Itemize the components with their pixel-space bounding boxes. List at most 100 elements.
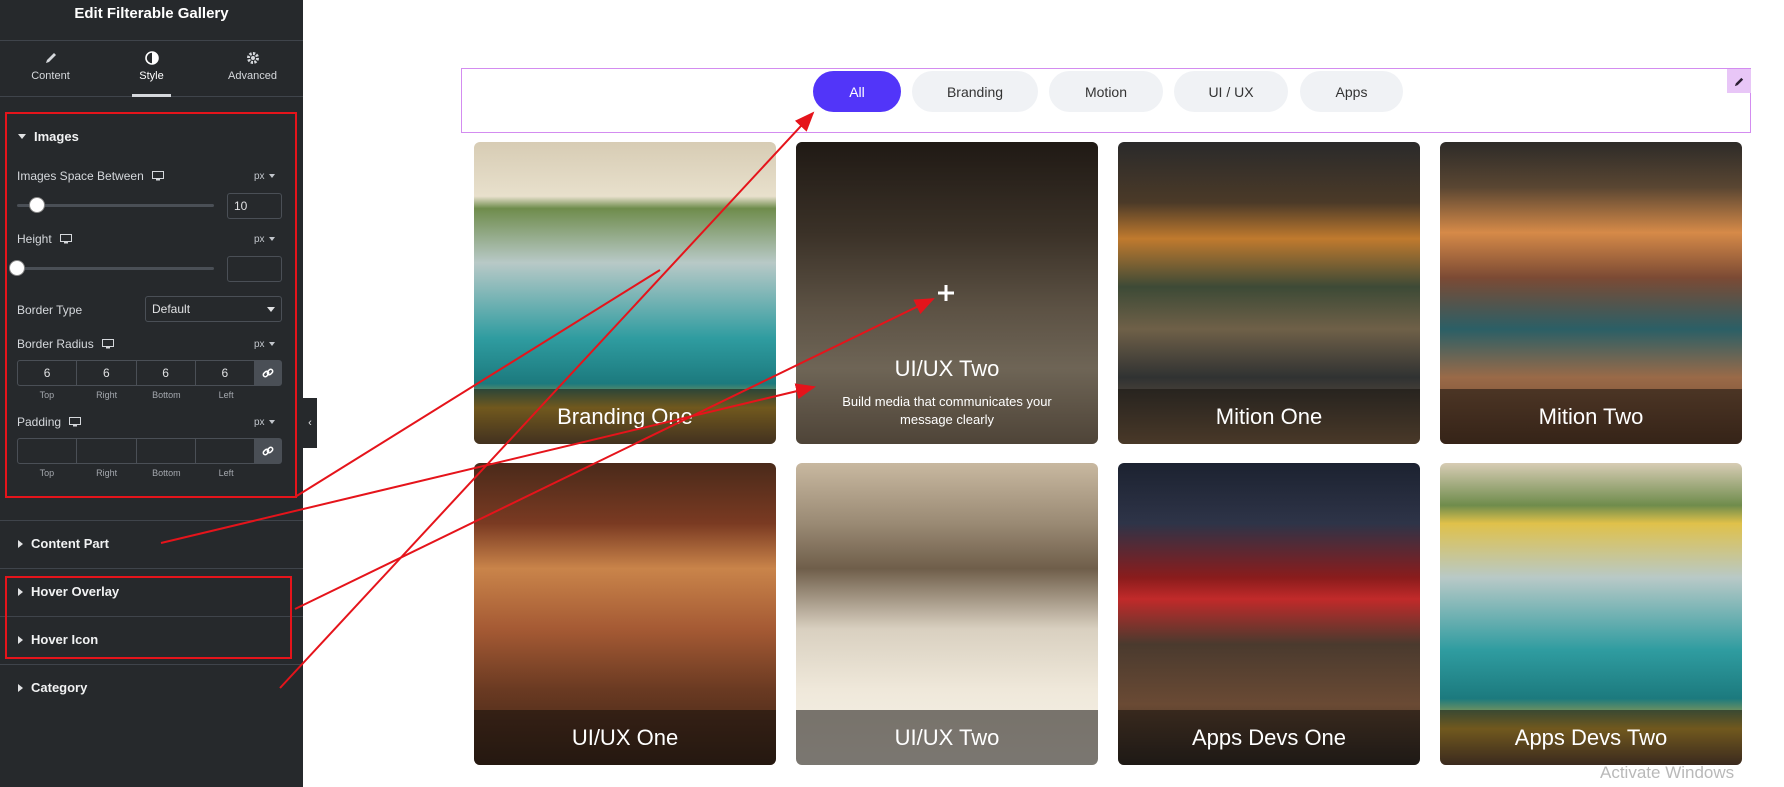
- editor-panel: Edit Filterable Gallery Content Style Ad…: [0, 0, 303, 787]
- tab-style[interactable]: Style: [101, 41, 202, 97]
- tab-content[interactable]: Content: [0, 41, 101, 96]
- caret-right-icon: [18, 683, 23, 692]
- tab-advanced[interactable]: Advanced: [202, 41, 303, 96]
- filter-apps-button[interactable]: Apps: [1300, 71, 1403, 112]
- card-hover-description: Build media that communicates your messa…: [842, 394, 1052, 427]
- section-category-title: Category: [31, 680, 88, 695]
- gallery-card[interactable]: UI/UX Two: [796, 463, 1098, 765]
- section-images-header[interactable]: Images: [0, 113, 303, 159]
- gear-icon: [246, 52, 259, 64]
- edit-widget-button[interactable]: [1727, 69, 1751, 93]
- filter-uiux-button[interactable]: UI / UX: [1174, 71, 1288, 112]
- filter-branding-button[interactable]: Branding: [912, 71, 1038, 112]
- gallery-card-hover[interactable]: UI/UX Two Build media that communicates …: [796, 142, 1098, 444]
- padding-bottom-input[interactable]: [137, 439, 196, 463]
- section-content-part-title: Content Part: [31, 536, 109, 551]
- contrast-icon: [144, 51, 159, 65]
- card-title: Apps Devs Two: [1440, 710, 1742, 765]
- card-title: Mition One: [1118, 389, 1420, 444]
- desktop-icon[interactable]: [101, 339, 114, 349]
- border-radius-left-input[interactable]: 6: [196, 361, 255, 385]
- border-radius-inputs: 6 6 6 6: [17, 360, 282, 386]
- filter-all-button[interactable]: All: [813, 71, 901, 112]
- card-title: Mition Two: [1440, 389, 1742, 444]
- caret-right-icon: [18, 635, 23, 644]
- gallery-card[interactable]: Mition One: [1118, 142, 1420, 444]
- height-input[interactable]: [227, 256, 282, 282]
- height-text: Height: [17, 232, 52, 246]
- tab-advanced-label: Advanced: [228, 70, 277, 82]
- card-title: UI/UX Two: [796, 710, 1098, 765]
- section-content-part[interactable]: Content Part: [0, 520, 303, 566]
- section-hover-icon[interactable]: Hover Icon: [0, 616, 303, 662]
- panel-tabs: Content Style Advanced: [0, 40, 303, 97]
- padding-text: Padding: [17, 415, 62, 429]
- side-label-left: Left: [218, 468, 234, 478]
- gallery-card[interactable]: Apps Devs Two: [1440, 463, 1742, 765]
- section-hover-icon-title: Hover Icon: [31, 632, 99, 647]
- gallery-card[interactable]: Branding One: [474, 142, 776, 444]
- space-between-text: Images Space Between: [17, 169, 144, 183]
- section-hover-overlay[interactable]: Hover Overlay: [0, 568, 303, 614]
- border-radius-right-input[interactable]: 6: [77, 361, 137, 385]
- height-label: Height: [17, 232, 72, 246]
- link-values-button[interactable]: [255, 361, 281, 385]
- side-label-bottom: Bottom: [152, 468, 181, 478]
- gallery-card[interactable]: UI/UX One: [474, 463, 776, 765]
- gallery-card[interactable]: Apps Devs One: [1118, 463, 1420, 765]
- chevron-left-icon: ‹: [308, 417, 312, 429]
- caret-down-icon: [18, 133, 26, 139]
- gallery-card[interactable]: Mition Two: [1440, 142, 1742, 444]
- desktop-icon[interactable]: [151, 171, 164, 181]
- padding-unit-select[interactable]: px: [254, 417, 275, 428]
- padding-top-input[interactable]: [18, 439, 78, 463]
- border-type-label: Border Type: [17, 303, 83, 317]
- space-between-slider-handle[interactable]: [29, 197, 45, 213]
- panel-title: Edit Filterable Gallery: [74, 5, 229, 22]
- link-icon: [262, 368, 274, 378]
- border-radius-top-input[interactable]: 6: [18, 361, 78, 385]
- border-radius-label: Border Radius: [17, 337, 114, 351]
- height-slider[interactable]: [17, 267, 214, 270]
- border-radius-unit-select[interactable]: px: [254, 339, 275, 350]
- side-label-top: Top: [39, 468, 55, 478]
- space-between-label: Images Space Between: [17, 169, 164, 183]
- border-type-select[interactable]: Default: [145, 296, 282, 322]
- pencil-icon: [45, 53, 56, 63]
- panel-collapse-button[interactable]: ‹: [303, 398, 317, 448]
- desktop-icon[interactable]: [69, 417, 82, 427]
- tab-style-label: Style: [139, 70, 164, 82]
- plus-icon[interactable]: [936, 283, 956, 303]
- filter-bar: All Branding Motion UI / UX Apps: [461, 68, 1751, 133]
- border-radius-bottom-input[interactable]: 6: [137, 361, 196, 385]
- space-between-slider[interactable]: [17, 204, 214, 207]
- link-icon: [262, 446, 274, 456]
- padding-left-input[interactable]: [196, 439, 255, 463]
- link-values-button[interactable]: [255, 439, 281, 463]
- height-unit-select[interactable]: px: [254, 234, 275, 245]
- padding-inputs: [17, 438, 282, 464]
- pencil-icon: [1734, 77, 1743, 86]
- space-between-input[interactable]: 10: [227, 193, 282, 219]
- windows-activation-watermark: Activate Windows: [1600, 763, 1735, 782]
- tab-content-label: Content: [31, 70, 70, 82]
- padding-side-labels: Top Right Bottom Left: [17, 468, 256, 478]
- card-hover-title: UI/UX Two: [894, 356, 1000, 381]
- card-title: UI/UX One: [474, 710, 776, 765]
- side-label-right: Right: [96, 390, 118, 400]
- card-title: Branding One: [474, 389, 776, 444]
- space-between-unit-select[interactable]: px: [254, 171, 275, 182]
- side-label-bottom: Bottom: [152, 390, 181, 400]
- section-hover-overlay-title: Hover Overlay: [31, 584, 120, 599]
- border-radius-side-labels: Top Right Bottom Left: [17, 390, 256, 400]
- side-label-left: Left: [218, 390, 234, 400]
- height-slider-handle[interactable]: [9, 260, 25, 276]
- caret-right-icon: [18, 539, 23, 548]
- section-category[interactable]: Category: [0, 664, 303, 710]
- padding-right-input[interactable]: [77, 439, 137, 463]
- caret-right-icon: [18, 587, 23, 596]
- side-label-top: Top: [39, 390, 55, 400]
- filter-motion-button[interactable]: Motion: [1049, 71, 1163, 112]
- desktop-icon[interactable]: [59, 234, 72, 244]
- section-images-title: Images: [34, 128, 79, 144]
